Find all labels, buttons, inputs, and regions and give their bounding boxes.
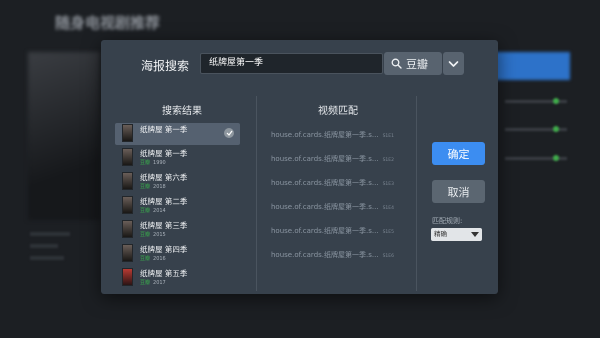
background-title: 随身电视剧推荐 <box>55 14 161 32</box>
poster-search-dialog: 海报搜索 纸牌屋第一季 豆瓣 搜索结果 视频匹配 纸牌屋 第一季 纸牌屋 第一季… <box>101 40 498 294</box>
source-dropdown-button[interactable] <box>443 52 464 75</box>
poster-thumbnail <box>122 244 133 262</box>
result-meta: 豆瓣 2018 <box>140 184 166 190</box>
background-line <box>30 256 64 260</box>
cancel-button[interactable]: 取消 <box>432 180 485 203</box>
match-row[interactable]: house.of.cards.纸牌屋第一季.s... S1E6 <box>271 250 394 260</box>
result-item[interactable]: 纸牌屋 第二季 豆瓣 2014 <box>115 195 240 217</box>
matches-header: 视频匹配 <box>318 106 358 117</box>
background-highlight-bar <box>492 52 570 80</box>
match-row[interactable]: house.of.cards.纸牌屋第一季.s... S1E2 <box>271 154 394 164</box>
result-title: 纸牌屋 第四季 <box>140 245 188 254</box>
result-meta: 豆瓣 2016 <box>140 256 166 262</box>
search-input[interactable]: 纸牌屋第一季 <box>200 53 383 74</box>
result-meta: 豆瓣 2014 <box>140 208 166 214</box>
match-row[interactable]: house.of.cards.纸牌屋第一季.s... S1E3 <box>271 178 394 188</box>
chevron-down-icon <box>448 60 459 67</box>
result-title: 纸牌屋 第二季 <box>140 197 188 206</box>
poster-thumbnail <box>122 268 133 286</box>
poster-thumbnail <box>122 196 133 214</box>
result-meta <box>140 135 143 141</box>
background-status-dot <box>553 98 559 104</box>
result-item[interactable]: 纸牌屋 第五季 豆瓣 2017 <box>115 267 240 289</box>
source-label: 豆瓣 <box>406 57 428 71</box>
caret-down-icon <box>471 232 479 237</box>
result-title: 纸牌屋 第六季 <box>140 173 188 182</box>
poster-thumbnail <box>122 148 133 166</box>
result-item[interactable]: 纸牌屋 第一季 豆瓣 1990 <box>115 147 240 169</box>
result-meta: 豆瓣 1990 <box>140 160 166 166</box>
result-title: 纸牌屋 第一季 <box>140 125 188 134</box>
background-poster <box>28 52 100 220</box>
background-status-dot <box>553 126 559 132</box>
result-item[interactable]: 纸牌屋 第三季 豆瓣 2015 <box>115 219 240 241</box>
source-search-button[interactable]: 豆瓣 <box>384 52 442 75</box>
background-line <box>30 244 58 248</box>
confirm-button[interactable]: 确定 <box>432 142 485 165</box>
result-item[interactable]: 纸牌屋 第一季 <box>115 123 240 145</box>
match-row[interactable]: house.of.cards.纸牌屋第一季.s... S1E1 <box>271 130 394 140</box>
background-line <box>30 232 70 236</box>
results-header: 搜索结果 <box>162 106 202 117</box>
result-title: 纸牌屋 第一季 <box>140 149 188 158</box>
background-status-dot <box>553 155 559 161</box>
result-item[interactable]: 纸牌屋 第四季 豆瓣 2016 <box>115 243 240 265</box>
result-meta: 豆瓣 2015 <box>140 232 166 238</box>
result-meta: 豆瓣 2017 <box>140 280 166 286</box>
column-divider <box>416 96 417 291</box>
column-divider <box>256 96 257 291</box>
match-rule-value: 精确 <box>434 230 447 238</box>
result-item[interactable]: 纸牌屋 第六季 豆瓣 2018 <box>115 171 240 193</box>
poster-thumbnail <box>122 124 133 142</box>
result-title: 纸牌屋 第五季 <box>140 269 188 278</box>
match-row[interactable]: house.of.cards.纸牌屋第一季.s... S1E4 <box>271 202 394 212</box>
match-row[interactable]: house.of.cards.纸牌屋第一季.s... S1E5 <box>271 226 394 236</box>
poster-thumbnail <box>122 172 133 190</box>
match-rule-label: 匹配规则: <box>432 217 463 225</box>
check-icon <box>224 128 234 138</box>
poster-thumbnail <box>122 220 133 238</box>
dialog-title: 海报搜索 <box>141 59 190 73</box>
result-title: 纸牌屋 第三季 <box>140 221 188 230</box>
match-rule-select[interactable]: 精确 <box>431 228 482 241</box>
search-icon <box>391 58 402 69</box>
